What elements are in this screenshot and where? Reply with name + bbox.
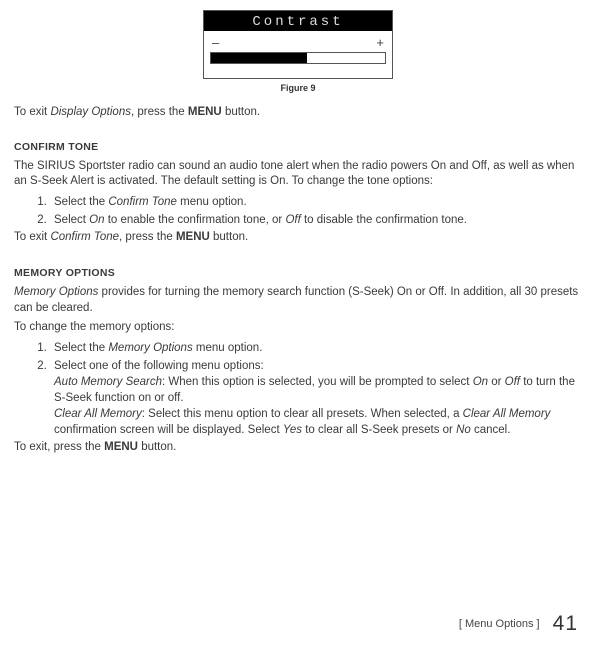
figure-caption: Figure 9 — [14, 83, 582, 93]
memory-step-2: Select one of the following menu options… — [50, 358, 582, 438]
contrast-slider-track — [210, 52, 386, 64]
page-footer: [ Menu Options ] 41 — [459, 612, 578, 636]
footer-section: [ Menu Options ] — [459, 618, 540, 630]
lcd-screen: Contrast – + — [203, 10, 393, 79]
contrast-slider-fill — [211, 53, 307, 63]
lcd-title: Contrast — [204, 11, 392, 31]
memory-exit: To exit, press the MENU button. — [14, 440, 582, 456]
lcd-body: – + — [204, 31, 392, 78]
confirm-step-2: Select On to enable the confirmation ton… — [50, 212, 582, 228]
memory-options-heading: MEMORY OPTIONS — [14, 267, 582, 279]
confirm-tone-intro: The SIRIUS Sportster radio can sound an … — [14, 159, 582, 190]
confirm-step-1: Select the Confirm Tone menu option. — [50, 194, 582, 210]
lcd-plus: + — [376, 35, 384, 50]
page-number: 41 — [553, 612, 578, 635]
confirm-tone-steps: Select the Confirm Tone menu option. Sel… — [14, 194, 582, 228]
confirm-tone-heading: CONFIRM TONE — [14, 141, 582, 153]
memory-steps: Select the Memory Options menu option. S… — [14, 340, 582, 439]
exit-display-text: To exit Display Options, press the MENU … — [14, 105, 582, 121]
memory-intro: Memory Options provides for turning the … — [14, 285, 582, 316]
lcd-minus: – — [212, 35, 219, 50]
confirm-exit: To exit Confirm Tone, press the MENU but… — [14, 230, 582, 246]
memory-lead: To change the memory options: — [14, 320, 582, 336]
memory-step-1: Select the Memory Options menu option. — [50, 340, 582, 356]
